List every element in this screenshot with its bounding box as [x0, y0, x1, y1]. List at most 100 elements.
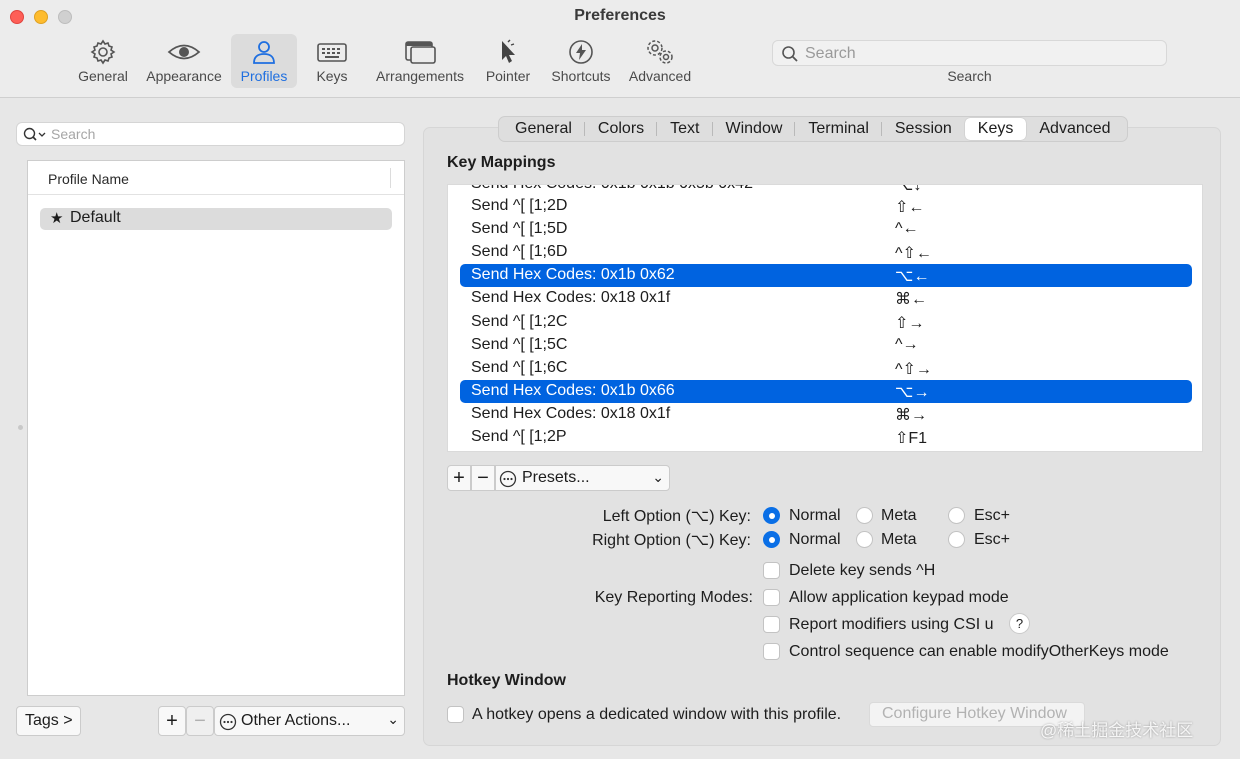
mapping-action: Send ^[ [1;6C	[471, 359, 568, 376]
window-toolbar: Preferences General Appearance Profiles …	[0, 0, 1240, 98]
tab-colors[interactable]: Colors	[585, 118, 658, 140]
tags-button[interactable]: Tags >	[16, 706, 81, 736]
bolt-icon	[545, 38, 617, 68]
watermark: @稀土掘金技术社区	[1040, 721, 1194, 740]
right-option-esc-radio[interactable]	[948, 531, 965, 548]
remove-profile-button[interactable]: −	[186, 706, 214, 736]
mapping-action: Send ^[ [1;2D	[471, 197, 568, 214]
add-mapping-button[interactable]: +	[447, 465, 471, 491]
left-option-key-label: Left Option (⌥) Key:	[602, 508, 751, 525]
csi-u-checkbox[interactable]	[763, 616, 780, 633]
key-mappings-title: Key Mappings	[447, 154, 556, 171]
table-row[interactable]: Send ^[ [1;5D ^←	[460, 218, 1192, 241]
tab-text[interactable]: Text	[657, 118, 713, 140]
mapping-key: ⌥↓	[895, 184, 922, 194]
toolbar-pointer-label: Pointer	[485, 68, 531, 84]
tab-general[interactable]: General	[502, 118, 585, 140]
profile-search-placeholder: Search	[51, 126, 96, 142]
mapping-key: ⌥←	[895, 268, 930, 285]
other-actions-label: Other Actions...	[241, 712, 351, 729]
right-option-key-label: Right Option (⌥) Key:	[592, 532, 751, 549]
person-icon	[231, 38, 297, 68]
toolbar-general-label: General	[78, 68, 128, 84]
left-option-meta-radio[interactable]	[856, 507, 873, 524]
pointer-icon	[480, 38, 536, 68]
toolbar-advanced-button[interactable]: Advanced	[626, 34, 694, 88]
mapping-key: ^←	[895, 220, 919, 237]
more-icon	[219, 713, 237, 736]
mapping-key: ^⇧→	[895, 361, 932, 378]
table-row[interactable]: Send Hex Codes: 0x18 0x1f ⌘←	[460, 287, 1192, 310]
search-icon	[781, 45, 799, 68]
toolbar-profiles-button[interactable]: Profiles	[231, 34, 297, 88]
windows-icon	[370, 38, 470, 68]
toolbar-arrangements-label: Arrangements	[376, 68, 464, 84]
table-row[interactable]: Send ^[ [1;2P ⇧F1	[460, 426, 1192, 449]
mapping-key: ^⇧←	[895, 245, 932, 262]
remove-mapping-button[interactable]: −	[471, 465, 495, 491]
left-option-esc-label: Esc+	[974, 507, 1011, 524]
table-row[interactable]: Send ^[ [1;2D ⇧←	[460, 195, 1192, 218]
table-row[interactable]: Send ^[ [1;6C ^⇧→	[460, 357, 1192, 380]
add-profile-button[interactable]: +	[158, 706, 186, 736]
table-row-selected[interactable]: Send Hex Codes: 0x1b 0x66 ⌥→	[460, 380, 1192, 403]
mapping-key: ⇧←	[895, 199, 925, 216]
table-row[interactable]: Send ^[ [1;5C ^→	[460, 334, 1192, 357]
split-view-handle[interactable]	[18, 425, 23, 430]
hotkey-window-checkbox[interactable]	[447, 706, 464, 723]
profile-search-field[interactable]: Search	[16, 122, 405, 146]
toolbar-shortcuts-button[interactable]: Shortcuts	[545, 34, 617, 88]
right-option-meta-radio[interactable]	[856, 531, 873, 548]
mapping-action: Send ^[ [1;6D	[471, 243, 568, 260]
tags-button-label: Tags >	[25, 712, 73, 729]
toolbar-search-field[interactable]: Search	[772, 40, 1167, 66]
left-option-esc-radio[interactable]	[948, 507, 965, 524]
presets-popup[interactable]: Presets... ⌄	[495, 465, 670, 491]
help-button[interactable]: ?	[1009, 613, 1030, 634]
mapping-key: ⌘→	[895, 407, 927, 424]
column-divider	[390, 168, 391, 188]
toolbar-general-button[interactable]: General	[72, 34, 134, 88]
application-keypad-label: Allow application keypad mode	[789, 589, 1009, 606]
gear-icon	[72, 38, 134, 68]
right-option-meta-label: Meta	[881, 531, 917, 548]
gears-icon	[626, 38, 694, 68]
tab-keys[interactable]: Keys	[964, 118, 1027, 140]
star-icon: ★	[50, 210, 64, 227]
table-row[interactable]: Send ^[ [1;6D ^⇧←	[460, 241, 1192, 264]
more-icon	[499, 470, 517, 493]
tab-window[interactable]: Window	[713, 118, 796, 140]
toolbar-appearance-button[interactable]: Appearance	[142, 34, 226, 88]
modify-other-keys-checkbox[interactable]	[763, 643, 780, 660]
right-option-esc-label: Esc+	[974, 531, 1011, 548]
mapping-key: ⌘←	[895, 291, 927, 308]
mapping-action: Send ^[ [1;5D	[471, 220, 568, 237]
search-options-icon[interactable]	[23, 127, 47, 148]
other-actions-popup[interactable]: Other Actions... ⌄	[214, 706, 405, 736]
chevron-down-icon: ⌄	[652, 469, 664, 485]
table-row[interactable]: Send ^[ [1;2C ⇧→	[460, 311, 1192, 334]
tab-terminal[interactable]: Terminal	[795, 118, 883, 140]
right-option-normal-radio[interactable]	[763, 531, 780, 548]
profile-row-default[interactable]: ★ Default	[40, 208, 392, 230]
table-row-selected[interactable]: Send Hex Codes: 0x1b 0x62 ⌥←	[460, 264, 1192, 287]
mapping-key: ^→	[895, 336, 919, 353]
tab-session[interactable]: Session	[882, 118, 965, 140]
toolbar-arrangements-button[interactable]: Arrangements	[370, 34, 470, 88]
profile-list-header[interactable]: Profile Name	[28, 161, 404, 195]
hotkey-window-label: A hotkey opens a dedicated window with t…	[472, 706, 842, 723]
keyboard-icon	[306, 38, 358, 68]
left-option-normal-radio[interactable]	[763, 507, 780, 524]
toolbar-pointer-button[interactable]: Pointer	[480, 34, 536, 88]
toolbar-keys-button[interactable]: Keys	[306, 34, 358, 88]
key-mappings-table[interactable]: Send Hex Codes: 0x1b 0x1b 0x5b 0x42 ⌥↓ S…	[447, 184, 1203, 452]
right-option-normal-label: Normal	[789, 531, 841, 548]
delete-key-sends-ctrl-h-checkbox[interactable]	[763, 562, 780, 579]
profile-name: Default	[70, 209, 121, 226]
tab-advanced[interactable]: Advanced	[1026, 118, 1123, 140]
application-keypad-checkbox[interactable]	[763, 589, 780, 606]
toolbar-search-caption: Search	[947, 68, 992, 84]
window-title: Preferences	[574, 7, 666, 24]
table-row[interactable]: Send Hex Codes: 0x18 0x1f ⌘→	[460, 403, 1192, 426]
toolbar-search-placeholder: Search	[805, 45, 856, 62]
